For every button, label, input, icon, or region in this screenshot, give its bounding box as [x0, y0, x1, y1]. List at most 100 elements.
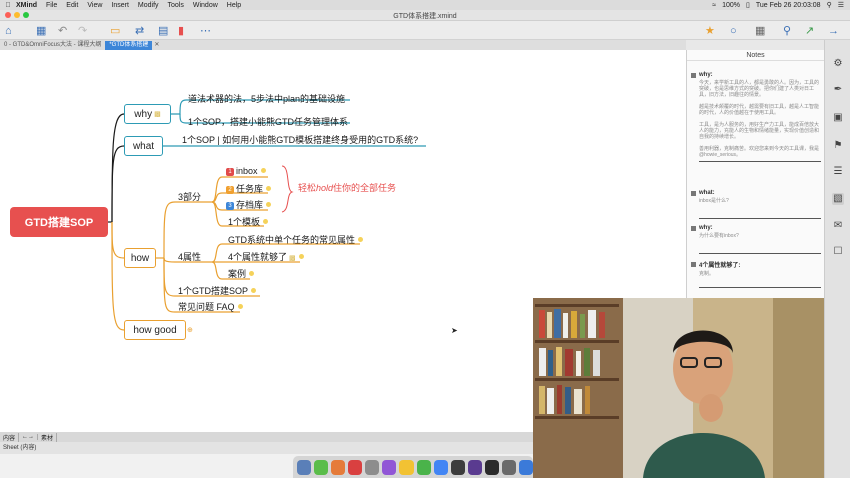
boundary-icon[interactable]: ▤ [158, 24, 168, 37]
collapse-dot-icon[interactable] [298, 254, 304, 259]
sheet-tab-material[interactable]: 素材 [38, 432, 58, 442]
menu-help[interactable]: Help [227, 2, 241, 9]
collapse-dot-icon[interactable] [237, 304, 243, 309]
menu-xmind[interactable]: XMind [16, 2, 37, 9]
dock-notes-icon[interactable] [399, 459, 414, 475]
dock-evernote-icon[interactable] [314, 459, 329, 475]
sheet-tab-content[interactable]: 内容 [0, 432, 20, 442]
summary-icon[interactable]: ▮ [178, 24, 184, 37]
dock-app3-icon[interactable] [501, 459, 517, 475]
collapse-dot-icon[interactable] [263, 219, 269, 224]
collapse-dot-icon[interactable] [251, 288, 257, 293]
more-icon[interactable]: ⋯ [200, 24, 211, 37]
note-why2[interactable]: why: 为什么要有inbox? [691, 225, 821, 254]
task-icon[interactable]: ☐ [832, 246, 844, 258]
dock-obs-icon[interactable] [484, 459, 499, 475]
redo-icon[interactable]: ↷ [78, 24, 87, 37]
callout-text-1: 轻松 [298, 183, 317, 193]
battery-icon[interactable]: ▯ [746, 1, 750, 9]
save-icon[interactable]: ▦ [36, 24, 46, 37]
webcam-video-image [533, 298, 824, 478]
collapse-dot-icon[interactable] [358, 237, 363, 242]
notes-icon[interactable]: ▧ [832, 193, 844, 205]
menubar-clock[interactable]: Tue Feb 26 20:03:08 [756, 2, 821, 9]
menu-window[interactable]: Window [193, 2, 218, 9]
dock-app-icon[interactable] [331, 459, 346, 475]
control-center-icon[interactable]: ☰ [838, 1, 844, 9]
part-template[interactable]: 1个模板 [228, 215, 269, 228]
dock-omnifocus-icon[interactable] [382, 459, 397, 475]
wifi-icon[interactable]: ≈ [712, 2, 716, 9]
attr-common[interactable]: GTD系统中单个任务的常见属性 [228, 233, 363, 246]
layout-icon[interactable]: ▦ [755, 24, 765, 37]
share-icon[interactable]: ↗ [805, 24, 814, 37]
sheet-nav-icon[interactable]: ←→ [19, 434, 39, 440]
topic-how[interactable]: how [124, 248, 156, 268]
note-what[interactable]: what: inbox是什么? [691, 190, 821, 219]
attr-four[interactable]: 4个属性就够了 ▩ [228, 250, 304, 263]
parts-callout[interactable]: 轻松hold住你的全部任务 [298, 181, 396, 194]
dock-app2-icon[interactable] [467, 459, 482, 475]
apple-icon[interactable]:  [4, 2, 12, 9]
topic-why[interactable]: why ▩ [124, 104, 171, 124]
mouse-cursor-icon: ➤ [451, 326, 458, 335]
why-child-1[interactable]: 道法术器的法，5步法中plan的基础设施 [188, 92, 345, 105]
dock-xmind-icon[interactable] [348, 459, 363, 475]
flag-icon[interactable]: ⚑ [832, 140, 844, 152]
comment-icon[interactable]: ✉ [832, 220, 844, 232]
collapse-dot-icon[interactable] [266, 202, 272, 207]
part-task-library[interactable]: 2 任务库 [226, 182, 272, 195]
marker-icon[interactable]: ★ [705, 24, 715, 37]
note-four-attrs[interactable]: 4个属性就够了: 克制。 [691, 260, 821, 288]
menu-view[interactable]: View [87, 2, 102, 9]
what-child-1[interactable]: 1个SOP | 如何用小能熊GTD模板搭建终身受用的GTD系统? [182, 133, 418, 146]
tab-close-icon[interactable]: ✕ [152, 41, 161, 50]
export-icon[interactable]: → [828, 24, 839, 37]
brush-icon[interactable]: ✒ [832, 84, 844, 96]
note-divider [699, 287, 821, 288]
topic-how-label: how [130, 252, 150, 264]
part-archive[interactable]: 3 存档库 [226, 198, 272, 211]
outline-icon[interactable]: ☰ [832, 166, 844, 178]
part-inbox[interactable]: 1 inbox [226, 166, 266, 176]
dock-chrome-icon[interactable] [433, 459, 448, 475]
menu-edit[interactable]: Edit [66, 2, 78, 9]
how-faq[interactable]: 常见问题 FAQ [178, 300, 243, 313]
dock-wechat-icon[interactable] [416, 459, 431, 475]
note-icon[interactable]: ▩ [154, 110, 161, 118]
collapse-dot-icon[interactable] [266, 186, 272, 191]
attr-case[interactable]: 案例 [228, 267, 255, 280]
collapse-dot-icon[interactable] [249, 271, 255, 276]
how-attrs[interactable]: 4属性 [178, 250, 201, 263]
tab-gtd-system[interactable]: *GTD体系搭建 [105, 41, 153, 50]
zoom-icon[interactable]: ⚲ [783, 24, 791, 37]
idea-icon[interactable]: ○ [730, 24, 737, 37]
home-icon[interactable]: ⌂ [5, 24, 12, 37]
topic-icon[interactable]: ▭ [110, 24, 120, 37]
menu-tools[interactable]: Tools [168, 2, 184, 9]
expand-icon[interactable]: ⊕ [187, 326, 193, 334]
search-icon[interactable]: ⚲ [827, 1, 832, 9]
tab-course-outline[interactable]: 0 - GTD&OmniFocus大法 - 课程大纲 [0, 41, 105, 50]
collapse-dot-icon[interactable] [260, 168, 266, 173]
how-sop[interactable]: 1个GTD搭建SOP [178, 284, 257, 297]
topic-what[interactable]: what [124, 136, 163, 156]
why-child-2[interactable]: 1个SOP，搭建小能熊GTD任务管理体系 [188, 115, 348, 128]
part-template-label: 1个模板 [228, 217, 261, 227]
note-icon[interactable]: ▩ [289, 254, 296, 262]
dock-terminal-icon[interactable] [450, 459, 465, 475]
dock-app4-icon[interactable] [519, 459, 534, 475]
dock-preview-icon[interactable] [365, 459, 380, 475]
format-icon[interactable]: ⚙ [832, 58, 844, 70]
root-topic[interactable]: GTD搭建SOP [10, 207, 108, 237]
how-parts[interactable]: 3部分 [178, 190, 201, 203]
undo-icon[interactable]: ↶ [58, 24, 67, 37]
menu-file[interactable]: File [46, 2, 57, 9]
menu-insert[interactable]: Insert [111, 2, 129, 9]
dock-finder-icon[interactable] [297, 459, 312, 475]
image-icon[interactable]: ▣ [832, 112, 844, 124]
relationship-icon[interactable]: ⇄ [135, 24, 144, 37]
note-why[interactable]: why: 今天，来学新工具的人，都是勇敢的人。因为，工具的突破，也是思维方式的突… [691, 72, 821, 162]
menu-modify[interactable]: Modify [138, 2, 159, 9]
topic-how-good[interactable]: how good [124, 320, 186, 340]
